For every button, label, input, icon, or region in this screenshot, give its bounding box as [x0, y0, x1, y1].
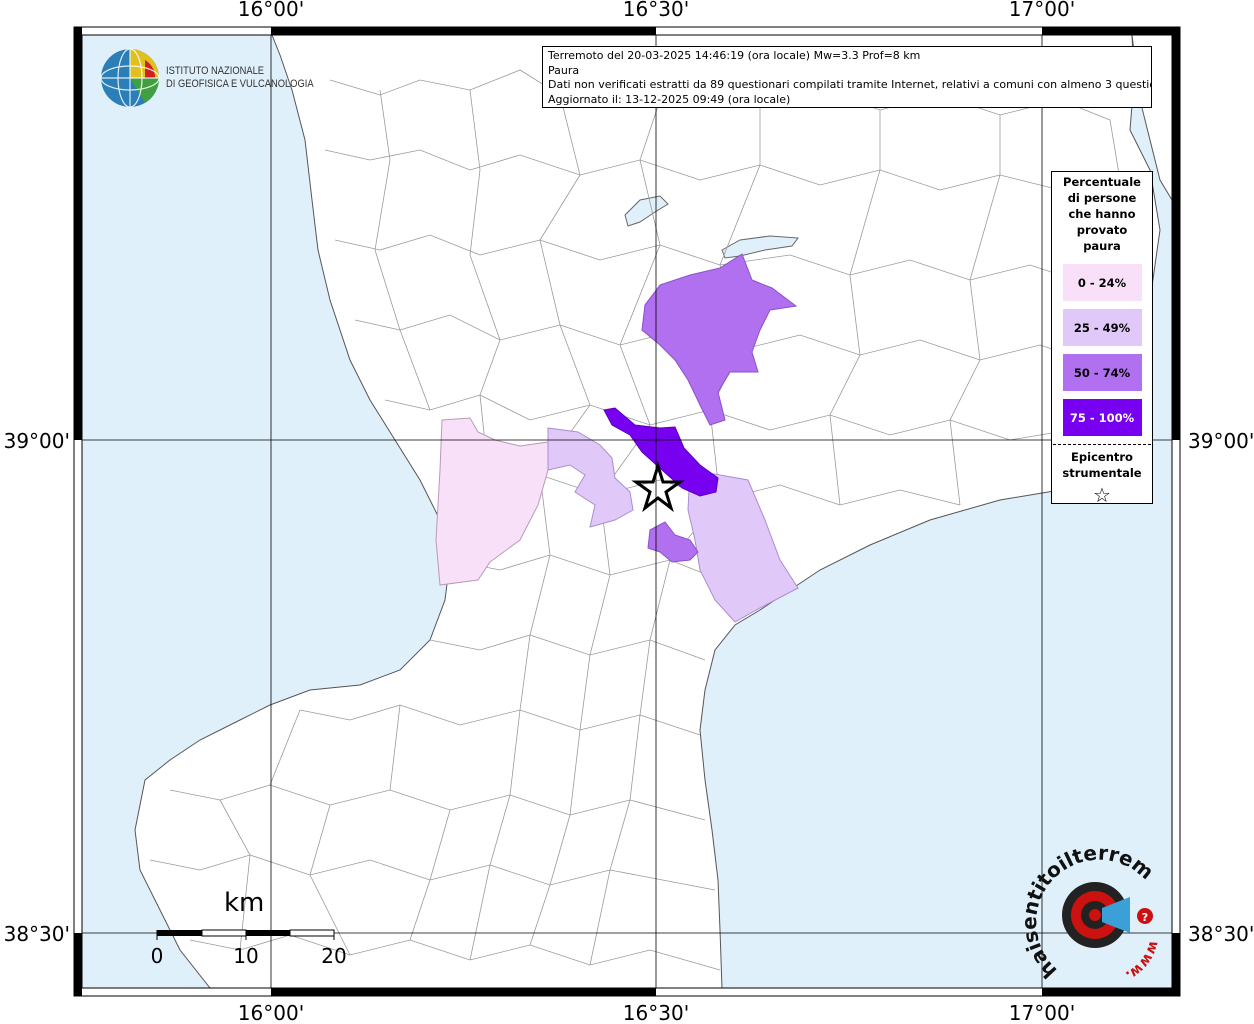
- event-updated: Aggiornato il: 13-12-2025 09:49 (ora loc…: [548, 92, 791, 106]
- tick-bottom-16-30: 16°30': [623, 1001, 689, 1024]
- tick-right-39-00: 39°00': [1188, 429, 1254, 453]
- legend-title-line: paura: [1083, 239, 1121, 253]
- legend: Percentuale di persone che hanno provato…: [1051, 171, 1153, 507]
- legend-title-line: Percentuale: [1063, 175, 1141, 189]
- legend-swatch-25-49: 25 - 49%: [1062, 309, 1142, 346]
- legend-epicenter-line-1: Epicentro: [1071, 450, 1133, 464]
- event-parameter: Paura: [548, 63, 580, 77]
- event-disclaimer: Dati non verificati estratti da 89 quest…: [548, 78, 1152, 91]
- legend-swatch-0-24: 0 - 24%: [1062, 264, 1142, 301]
- tick-right-38-30: 38°30': [1188, 922, 1254, 946]
- event-title: Terremoto del 20-03-2025 14:46:19 (ora l…: [548, 49, 921, 62]
- ingv-logo: ISTITUTO NAZIONALE DI GEOFISICA E VULCAN…: [100, 48, 340, 108]
- legend-swatch-75-100: 75 - 100%: [1062, 399, 1142, 436]
- tick-bottom-16-00: 16°00': [238, 1001, 304, 1024]
- legend-swatch-50-74: 50 - 74%: [1062, 354, 1142, 391]
- scale-label-20: 20: [321, 944, 346, 968]
- tick-top-16-00: 16°00': [238, 0, 304, 21]
- scale-label-0: 0: [151, 944, 164, 968]
- tick-top-17-00: 17°00': [1009, 0, 1075, 21]
- legend-epicenter-line-2: strumentale: [1062, 466, 1142, 480]
- globe-icon: [100, 48, 160, 108]
- legend-title: Percentuale di persone che hanno provato…: [1052, 172, 1152, 254]
- event-info-box: Terremoto del 20-03-2025 14:46:19 (ora l…: [542, 46, 1152, 108]
- seismic-map: 16°00' 16°30' 17°00' 16°00' 16°30' 17°00…: [0, 0, 1254, 1024]
- legend-epicenter-label: Epicentro strumentale: [1052, 449, 1152, 481]
- legend-title-line: che hanno: [1068, 207, 1136, 221]
- logo-line-1: ISTITUTO NAZIONALE: [166, 65, 265, 77]
- scale-label-10: 10: [233, 944, 258, 968]
- svg-text:?: ?: [1142, 911, 1148, 924]
- scale-unit-label: km: [224, 888, 265, 918]
- star-icon: ☆: [1093, 483, 1111, 507]
- tick-top-16-30: 16°30': [623, 0, 689, 21]
- tick-left-38-30: 38°30': [4, 922, 70, 946]
- tick-bottom-17-00: 17°00': [1009, 1001, 1075, 1024]
- logo-line-2: DI GEOFISICA E VULCANOLOGIA: [166, 78, 314, 90]
- legend-title-line: provato: [1076, 223, 1128, 237]
- legend-title-line: di persone: [1067, 191, 1137, 205]
- tick-left-39-00: 39°00': [4, 429, 70, 453]
- legend-separator: [1053, 444, 1151, 445]
